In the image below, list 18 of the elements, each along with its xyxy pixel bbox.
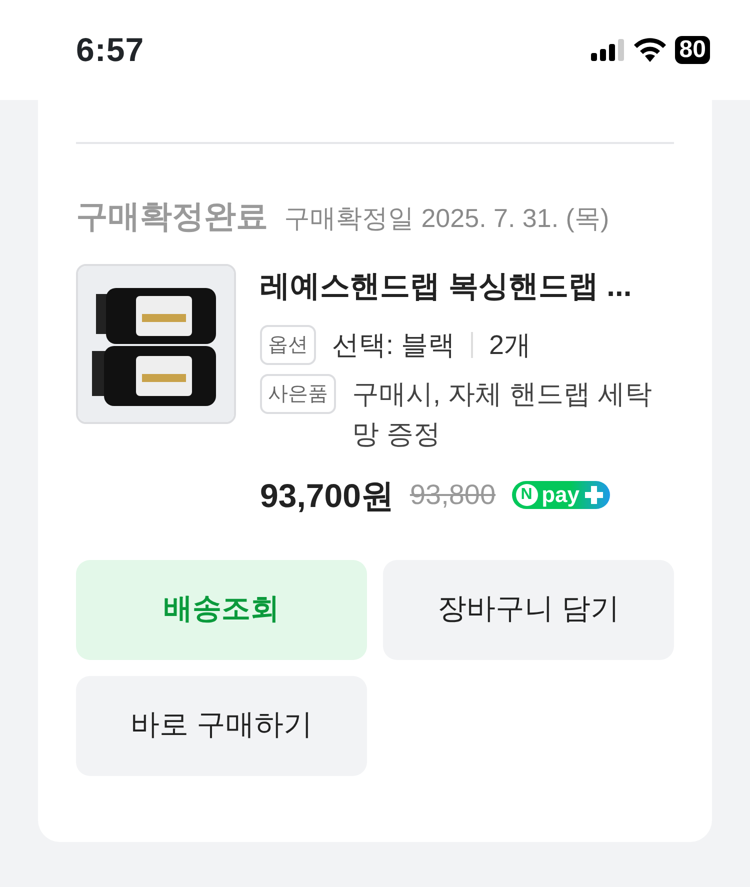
option-tag: 옵션 <box>260 325 316 366</box>
battery-level: 80 <box>675 36 710 64</box>
status-time: 6:57 <box>76 30 144 70</box>
price: 93,700원 <box>260 476 394 516</box>
gift-tag: 사은품 <box>260 374 336 414</box>
action-button[interactable]: 장바구니 담기 <box>383 560 674 660</box>
signal-icon <box>591 39 626 61</box>
product-title[interactable]: 레예스핸드랩 복싱핸드랩 ... <box>260 264 674 309</box>
gift-value: 구매시, 자체 핸드랩 세탁망 증정 <box>352 378 654 451</box>
order-status: 구매확정완료 <box>76 197 268 236</box>
quantity: 2개 <box>489 329 532 362</box>
confirm-date: 구매확정일 2025. 7. 31. (목) <box>284 202 610 235</box>
option-value: 선택: 블랙 <box>332 329 456 362</box>
npay-badge: N pay <box>512 481 610 510</box>
wifi-icon <box>633 38 668 62</box>
action-button[interactable]: 바로 구매하기 <box>76 676 367 776</box>
original-price: 93,800 <box>410 478 496 512</box>
plus-icon <box>584 485 604 506</box>
